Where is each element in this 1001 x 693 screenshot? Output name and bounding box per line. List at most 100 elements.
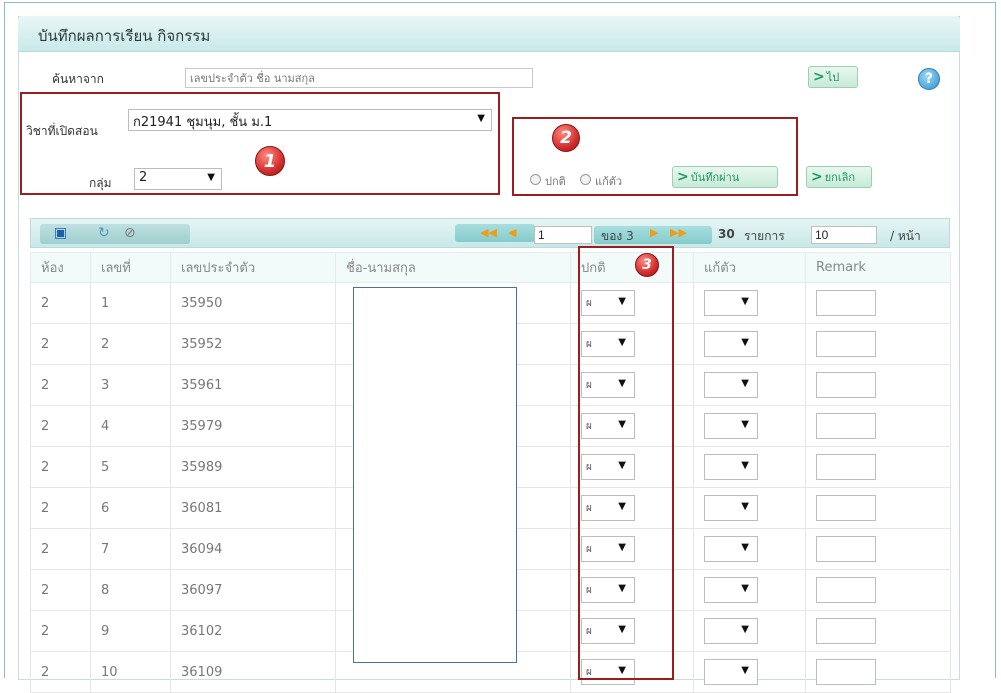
remark-input[interactable] <box>816 454 876 480</box>
fix-grade-select[interactable]: ▼ <box>704 659 758 685</box>
chevron-down-icon: ▼ <box>741 419 749 430</box>
fix-grade-select[interactable]: ▼ <box>704 577 758 603</box>
fix-radio[interactable] <box>580 174 591 185</box>
per-page-label: / หน้า <box>890 229 921 243</box>
room-cell: 2 <box>30 446 91 488</box>
student-id-cell: 35952 <box>170 323 336 365</box>
room-cell: 2 <box>30 651 91 693</box>
chevron-down-icon: ▼ <box>477 113 485 124</box>
fix-cell: ▼ <box>693 487 806 529</box>
chevron-down-icon: ▼ <box>741 296 749 307</box>
total-count: 30 <box>718 227 735 241</box>
last-page-icon[interactable]: ▶▶ <box>670 226 687 239</box>
remark-input[interactable] <box>816 290 876 316</box>
next-page-icon[interactable]: ▶ <box>650 226 658 239</box>
room-cell: 2 <box>30 405 91 447</box>
fix-radio-label: แก้ตัว <box>595 175 623 188</box>
student-id-cell: 35961 <box>170 364 336 406</box>
room-cell: 2 <box>30 282 91 324</box>
refresh-icon[interactable]: ↻ <box>98 225 110 241</box>
number-cell: 8 <box>90 569 171 611</box>
student-id-cell: 35950 <box>170 282 336 324</box>
student-id-cell: 35989 <box>170 446 336 488</box>
group-label: กลุ่ม <box>89 176 112 190</box>
chevron-down-icon: ▼ <box>207 172 215 183</box>
fix-grade-select[interactable]: ▼ <box>704 331 758 357</box>
cancel-button[interactable]: > ยกเลิก <box>806 166 872 188</box>
fix-cell: ▼ <box>693 446 806 488</box>
student-id-cell: 36109 <box>170 651 336 693</box>
chevron-down-icon: ▼ <box>741 624 749 635</box>
fix-cell: ▼ <box>693 651 806 693</box>
arrow-right-icon: > <box>677 169 689 185</box>
remark-cell <box>805 651 951 693</box>
remark-input[interactable] <box>816 618 876 644</box>
number-cell: 6 <box>90 487 171 529</box>
redacted-names-box <box>353 287 517 663</box>
filter-clear-icon[interactable]: ⊘ <box>124 225 136 241</box>
fix-grade-select[interactable]: ▼ <box>704 618 758 644</box>
search-input[interactable] <box>185 68 533 88</box>
remark-input[interactable] <box>816 577 876 603</box>
number-cell: 3 <box>90 364 171 406</box>
number-cell: 10 <box>90 651 171 693</box>
remark-input[interactable] <box>816 659 876 685</box>
items-label: รายการ <box>744 229 785 243</box>
normal-radio[interactable] <box>530 174 541 185</box>
fix-grade-select[interactable]: ▼ <box>704 454 758 480</box>
prev-page-icon[interactable]: ◀ <box>508 226 516 239</box>
arrow-right-icon: > <box>811 169 823 185</box>
help-icon[interactable]: ? <box>918 68 940 90</box>
remark-cell <box>805 569 951 611</box>
fix-grade-select[interactable]: ▼ <box>704 413 758 439</box>
student-id-cell: 36097 <box>170 569 336 611</box>
first-page-icon[interactable]: ◀◀ <box>480 226 497 239</box>
subject-select[interactable]: ก21941 ชุมนุม, ชั้น ม.1 ▼ <box>128 109 492 131</box>
number-cell: 2 <box>90 323 171 365</box>
remark-input[interactable] <box>816 536 876 562</box>
search-label: ค้นหาจาก <box>52 72 104 86</box>
chevron-down-icon: ▼ <box>741 583 749 594</box>
remark-cell <box>805 528 951 570</box>
fix-cell: ▼ <box>693 528 806 570</box>
chevron-down-icon: ▼ <box>741 460 749 471</box>
chevron-down-icon: ▼ <box>741 337 749 348</box>
fix-cell: ▼ <box>693 323 806 365</box>
remark-cell <box>805 323 951 365</box>
remark-input[interactable] <box>816 372 876 398</box>
fix-grade-select[interactable]: ▼ <box>704 372 758 398</box>
panel-header: บันทึกผลการเรียน กิจกรรม <box>18 16 960 52</box>
student-id-cell: 36081 <box>170 487 336 529</box>
remark-input[interactable] <box>816 413 876 439</box>
go-button[interactable]: > ไป <box>808 66 858 88</box>
remark-input[interactable] <box>816 331 876 357</box>
page-input[interactable] <box>534 226 592 244</box>
fix-grade-select[interactable]: ▼ <box>704 495 758 521</box>
fix-grade-select[interactable]: ▼ <box>704 290 758 316</box>
per-page-input[interactable] <box>811 226 877 244</box>
chevron-down-icon: ▼ <box>741 542 749 553</box>
group-select[interactable]: 2 ▼ <box>134 168 222 190</box>
student-id-cell: 36102 <box>170 610 336 652</box>
number-cell: 1 <box>90 282 171 324</box>
remark-cell <box>805 487 951 529</box>
room-cell: 2 <box>30 569 91 611</box>
save-pass-button[interactable]: > บันทึกผ่าน <box>672 166 778 188</box>
remark-input[interactable] <box>816 495 876 521</box>
table-header-row: ห้อง เลขที่ เลขประจำตัว ชื่อ-นามสกุล ปกต… <box>30 252 951 283</box>
fix-cell: ▼ <box>693 364 806 406</box>
room-cell: 2 <box>30 528 91 570</box>
number-cell: 4 <box>90 405 171 447</box>
save-icon[interactable]: ▣ <box>54 225 67 241</box>
fix-cell: ▼ <box>693 405 806 447</box>
remark-cell <box>805 364 951 406</box>
badge-1: 1 <box>255 146 285 176</box>
fix-grade-select[interactable]: ▼ <box>704 536 758 562</box>
remark-cell <box>805 446 951 488</box>
remark-cell <box>805 282 951 324</box>
col-remark: Remark <box>805 252 951 283</box>
remark-cell <box>805 610 951 652</box>
room-cell: 2 <box>30 487 91 529</box>
page-title: บันทึกผลการเรียน กิจกรรม <box>38 27 211 45</box>
normal-radio-label: ปกติ <box>545 175 566 188</box>
